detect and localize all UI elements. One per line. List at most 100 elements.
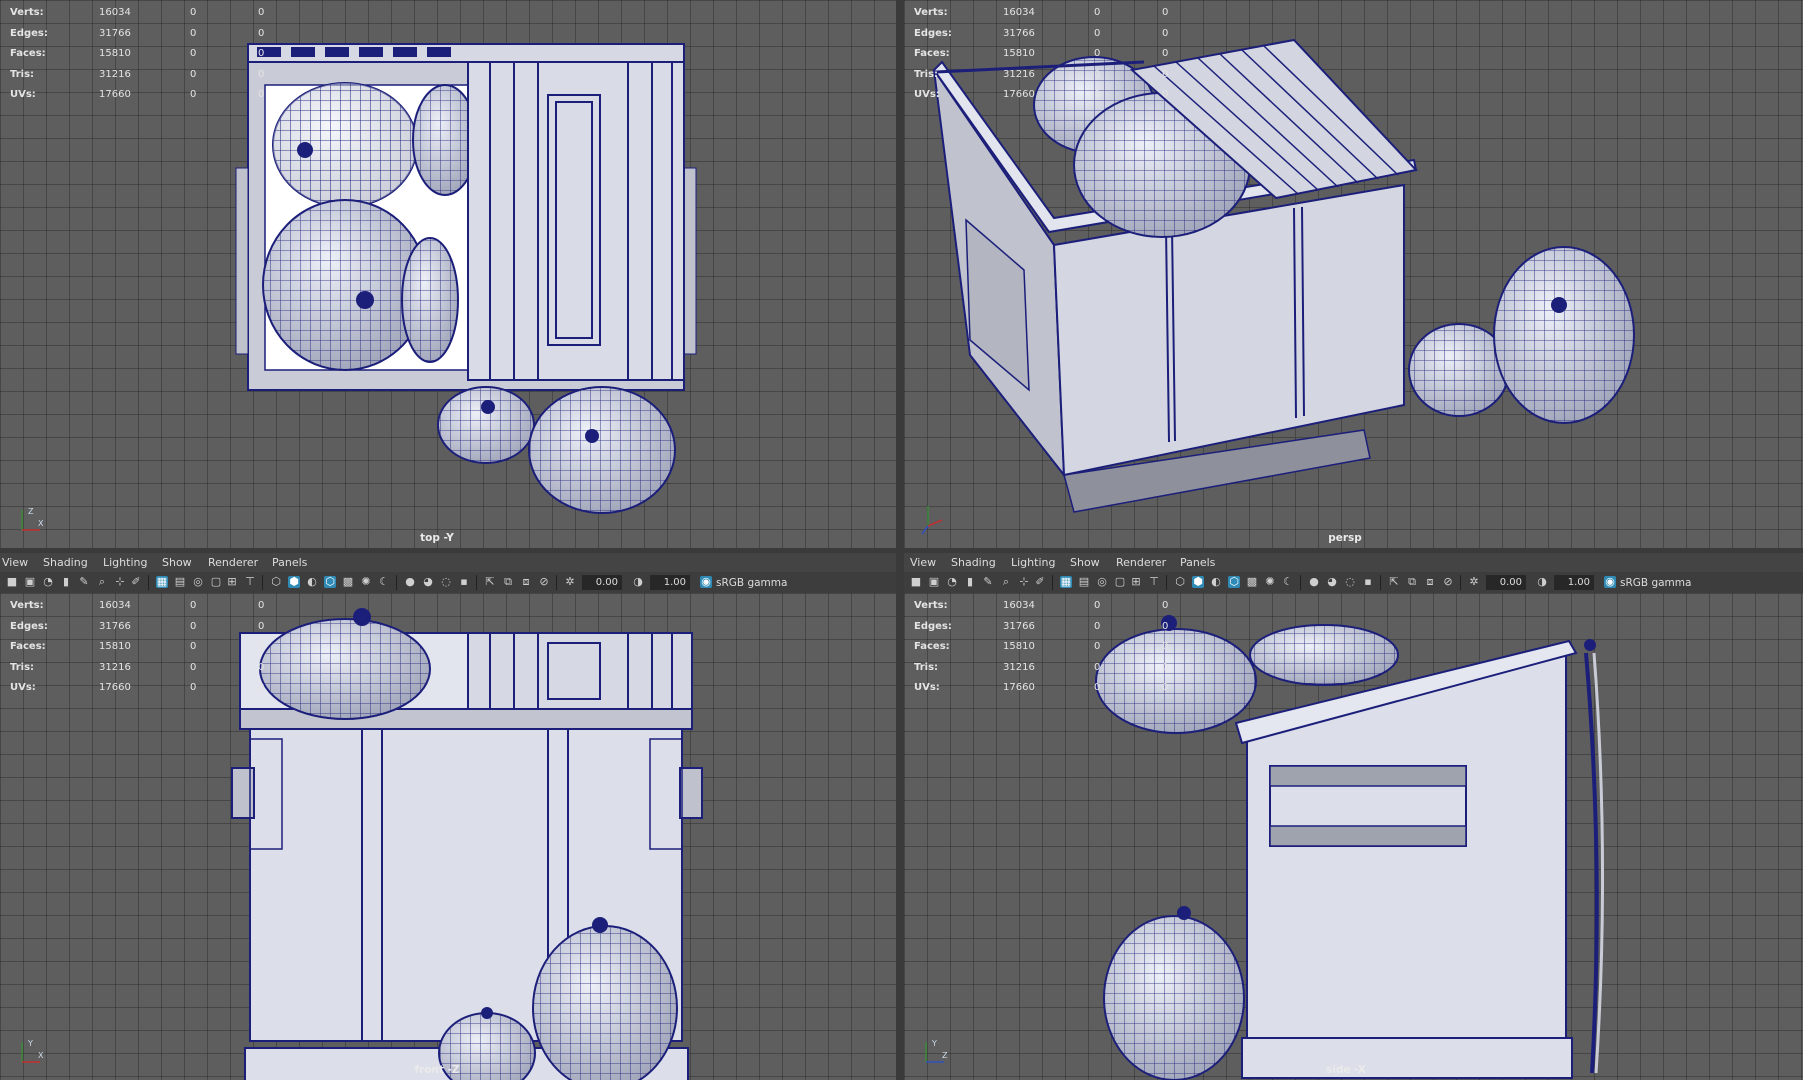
resolution-gate-icon[interactable]: ✐ — [1034, 576, 1046, 588]
shadows-icon[interactable]: ☾ — [378, 576, 390, 588]
motion-blur-icon[interactable]: ◕ — [422, 576, 434, 588]
image-plane-icon[interactable]: ⌕ — [1000, 576, 1012, 588]
xray-icon[interactable]: ⧉ — [1406, 576, 1418, 588]
camera-icon[interactable]: ■ — [6, 576, 18, 588]
motion-blur-icon[interactable]: ◕ — [1326, 576, 1338, 588]
2d-pan-zoom-icon[interactable]: ⊹ — [114, 576, 126, 588]
safe-action-icon[interactable]: ▢ — [210, 576, 222, 588]
screen-space-ao-icon[interactable]: ● — [404, 576, 416, 588]
menu-show[interactable]: Show — [162, 556, 192, 569]
field-chart-icon[interactable]: ◎ — [192, 576, 204, 588]
anti-alias-icon[interactable]: ◌ — [440, 576, 452, 588]
menu-renderer[interactable]: Renderer — [208, 556, 258, 569]
color-space-label[interactable]: sRGB gamma — [1620, 577, 1691, 589]
viewport-splitter-vertical[interactable] — [896, 0, 904, 1080]
smooth-shade-icon[interactable]: ⬢ — [1192, 576, 1204, 588]
hud-comp: 0 — [1162, 682, 1169, 694]
film-gate-icon[interactable]: ▤ — [1078, 576, 1090, 588]
lock-camera-icon[interactable]: ◔ — [42, 576, 54, 588]
xray-joints-icon[interactable]: ⧈ — [520, 576, 532, 588]
menu-shading[interactable]: Shading — [43, 556, 88, 569]
exposure-icon[interactable]: ✲ — [564, 576, 576, 588]
camera-icon[interactable]: ■ — [910, 576, 922, 588]
backface-cull-icon[interactable]: ⊘ — [1442, 576, 1454, 588]
viewport-side[interactable]: View Shading Lighting Show Renderer Pane… — [904, 553, 1803, 1080]
bookmark-icon[interactable]: ▮ — [964, 576, 976, 588]
2d-pan-zoom-icon[interactable]: ⊹ — [1018, 576, 1030, 588]
menu-lighting[interactable]: Lighting — [1011, 556, 1055, 569]
exposure-field[interactable]: 0.00 — [1486, 575, 1526, 590]
wireframe-on-shaded-icon[interactable]: ⬡ — [1228, 576, 1240, 588]
grid-icon[interactable]: ▦ — [156, 576, 168, 588]
color-management-icon[interactable]: ◉ — [700, 576, 712, 588]
use-lights-icon[interactable]: ✺ — [1264, 576, 1276, 588]
depth-of-field-icon[interactable]: ▪ — [458, 576, 470, 588]
menu-shading[interactable]: Shading — [951, 556, 996, 569]
menu-view[interactable]: View — [2, 556, 28, 569]
hud-row: UVs: 17660 0 0 — [10, 85, 310, 106]
wireframe-on-shaded-icon[interactable]: ⬡ — [324, 576, 336, 588]
gamma-field[interactable]: 1.00 — [1554, 575, 1594, 590]
default-material-icon[interactable]: ◐ — [1210, 576, 1222, 588]
exposure-icon[interactable]: ✲ — [1468, 576, 1480, 588]
hud-value: 31766 — [1003, 620, 1035, 632]
wireframe-icon[interactable]: ⬡ — [270, 576, 282, 588]
use-lights-icon[interactable]: ✺ — [360, 576, 372, 588]
safe-title-icon[interactable]: ⊞ — [1130, 576, 1142, 588]
grease-pencil-icon[interactable]: ✎ — [982, 576, 994, 588]
hud-value: 17660 — [1003, 682, 1035, 694]
grid-icon[interactable]: ▦ — [1060, 576, 1072, 588]
viewport-side-area[interactable]: Verts: 16034 0 0 Edges: 31766 0 0 Faces: 15810 0 0 T… — [904, 593, 1803, 1080]
gate-mask-icon[interactable]: ⊤ — [1148, 576, 1160, 588]
shadows-icon[interactable]: ☾ — [1282, 576, 1294, 588]
viewport-persp-area[interactable]: Verts: 16034 0 0 Edges: 31766 0 0 Faces: 15810 0 0 T… — [904, 0, 1803, 548]
bookmark-icon[interactable]: ▮ — [60, 576, 72, 588]
viewport-top[interactable]: Verts: 16034 0 0 Edges: 31766 0 0 Faces: 15810 0 0 T… — [0, 0, 896, 548]
menu-lighting[interactable]: Lighting — [103, 556, 147, 569]
film-gate-icon[interactable]: ▤ — [174, 576, 186, 588]
color-management-icon[interactable]: ◉ — [1604, 576, 1616, 588]
xray-joints-icon[interactable]: ⧈ — [1424, 576, 1436, 588]
safe-title-icon[interactable]: ⊞ — [226, 576, 238, 588]
viewport-front[interactable]: View Shading Lighting Show Renderer Pane… — [0, 553, 896, 1080]
screen-space-ao-icon[interactable]: ● — [1308, 576, 1320, 588]
resolution-gate-icon[interactable]: ✐ — [130, 576, 142, 588]
menu-view[interactable]: View — [910, 556, 936, 569]
anti-alias-icon[interactable]: ◌ — [1344, 576, 1356, 588]
viewport-front-area[interactable]: Verts: 16034 0 0 Edges: 31766 0 0 Faces: 15810 0 0 T… — [0, 593, 896, 1080]
view-axis-gizmo: YZ — [918, 1034, 952, 1068]
gamma-field[interactable]: 1.00 — [650, 575, 690, 590]
field-chart-icon[interactable]: ◎ — [1096, 576, 1108, 588]
backface-cull-icon[interactable]: ⊘ — [538, 576, 550, 588]
color-space-label[interactable]: sRGB gamma — [716, 577, 787, 589]
viewport-persp[interactable]: Verts: 16034 0 0 Edges: 31766 0 0 Faces: 15810 0 0 T… — [904, 0, 1803, 548]
hud-comp: 0 — [1162, 48, 1169, 60]
viewport-splitter-horizontal[interactable] — [0, 548, 1803, 553]
safe-action-icon[interactable]: ▢ — [1114, 576, 1126, 588]
menu-panels[interactable]: Panels — [1180, 556, 1215, 569]
gate-mask-icon[interactable]: ⊤ — [244, 576, 256, 588]
textured-icon[interactable]: ▩ — [342, 576, 354, 588]
isolate-select-icon[interactable]: ⇱ — [484, 576, 496, 588]
textured-icon[interactable]: ▩ — [1246, 576, 1258, 588]
gamma-icon[interactable]: ◑ — [1536, 576, 1548, 588]
grease-pencil-icon[interactable]: ✎ — [78, 576, 90, 588]
menu-panels[interactable]: Panels — [272, 556, 307, 569]
xray-icon[interactable]: ⧉ — [502, 576, 514, 588]
camera-attr-icon[interactable]: ▣ — [928, 576, 940, 588]
menu-show[interactable]: Show — [1070, 556, 1100, 569]
lock-camera-icon[interactable]: ◔ — [946, 576, 958, 588]
viewport-top-area[interactable]: Verts: 16034 0 0 Edges: 31766 0 0 Faces: 15810 0 0 T… — [0, 0, 896, 548]
wireframe-icon[interactable]: ⬡ — [1174, 576, 1186, 588]
default-material-icon[interactable]: ◐ — [306, 576, 318, 588]
image-plane-icon[interactable]: ⌕ — [96, 576, 108, 588]
hud-sel: 0 — [190, 682, 197, 694]
smooth-shade-icon[interactable]: ⬢ — [288, 576, 300, 588]
isolate-select-icon[interactable]: ⇱ — [1388, 576, 1400, 588]
exposure-field[interactable]: 0.00 — [582, 575, 622, 590]
menu-renderer[interactable]: Renderer — [1116, 556, 1166, 569]
poly-count-hud: Verts: 16034 0 0 Edges: 31766 0 0 Faces: 15810 0 0 T… — [914, 3, 1214, 106]
depth-of-field-icon[interactable]: ▪ — [1362, 576, 1374, 588]
gamma-icon[interactable]: ◑ — [632, 576, 644, 588]
camera-attr-icon[interactable]: ▣ — [24, 576, 36, 588]
